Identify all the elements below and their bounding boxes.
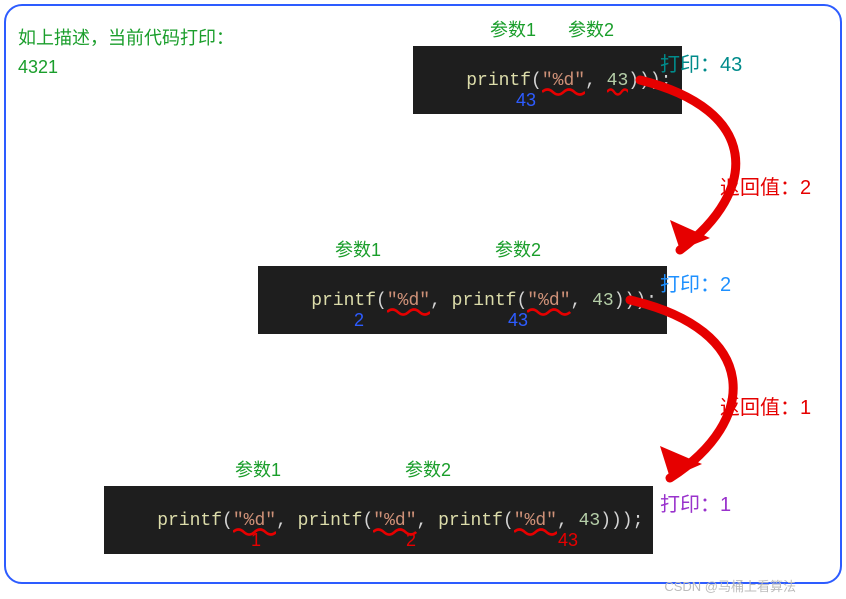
step3-param2-label: 参数2 — [405, 456, 451, 482]
description: 如上描述，当前代码打印： 4321 — [18, 24, 234, 82]
step2-return: 返回值：1 — [720, 391, 811, 420]
step2-param2-label: 参数2 — [495, 236, 541, 262]
step1-print: 打印：43 — [660, 48, 742, 77]
step2-below-arg: 43 — [508, 310, 528, 331]
step3-print-value: 1 — [720, 494, 731, 516]
print-prefix: 打印： — [660, 494, 720, 516]
step1-param2-label: 参数2 — [568, 16, 614, 42]
step3-below-3: 43 — [558, 530, 578, 551]
step2-print-value: 2 — [720, 274, 731, 296]
step1-code: printf("%d", 43))); — [413, 46, 682, 114]
printf-fn1: printf — [157, 511, 222, 531]
description-line1: 如上描述，当前代码打印： — [18, 24, 234, 53]
print-prefix: 打印： — [660, 274, 720, 296]
step3-below-1: 1 — [251, 530, 261, 551]
step1-below: 43 — [516, 90, 536, 111]
printf-fn: printf — [466, 71, 531, 91]
printf-fn2: printf — [298, 511, 363, 531]
diagram-stage: 如上描述，当前代码打印： 4321 参数1 参数2 printf("%d", 4… — [0, 0, 846, 599]
return-prefix: 返回值： — [720, 397, 800, 419]
step1-print-value: 43 — [720, 54, 742, 76]
step2-param1-label: 参数1 — [335, 236, 381, 262]
step1-return: 返回值：2 — [720, 171, 811, 200]
print-prefix: 打印： — [660, 54, 720, 76]
step1-param1-label: 参数1 — [490, 16, 536, 42]
step2-print: 打印：2 — [660, 268, 731, 297]
step3-param1-label: 参数1 — [235, 456, 281, 482]
step1-return-value: 2 — [800, 177, 811, 199]
step3-below-2: 2 — [406, 530, 416, 551]
code-tail: ))); — [614, 291, 657, 311]
arg: 43 — [579, 511, 601, 531]
step2-below-fmt: 2 — [354, 310, 364, 331]
printf-fn3: printf — [438, 511, 503, 531]
code-tail: ))); — [600, 511, 643, 531]
inner-printf-fn: printf — [452, 291, 517, 311]
step2-return-value: 1 — [800, 397, 811, 419]
step3-print: 打印：1 — [660, 488, 731, 517]
return-prefix: 返回值： — [720, 177, 800, 199]
watermark: CSDN @马桶上看算法 — [664, 576, 796, 595]
description-line2: 4321 — [18, 53, 234, 82]
inner-arg: 43 — [592, 291, 614, 311]
printf-fn: printf — [311, 291, 376, 311]
step2-code: printf("%d", printf("%d", 43))); — [258, 266, 667, 334]
